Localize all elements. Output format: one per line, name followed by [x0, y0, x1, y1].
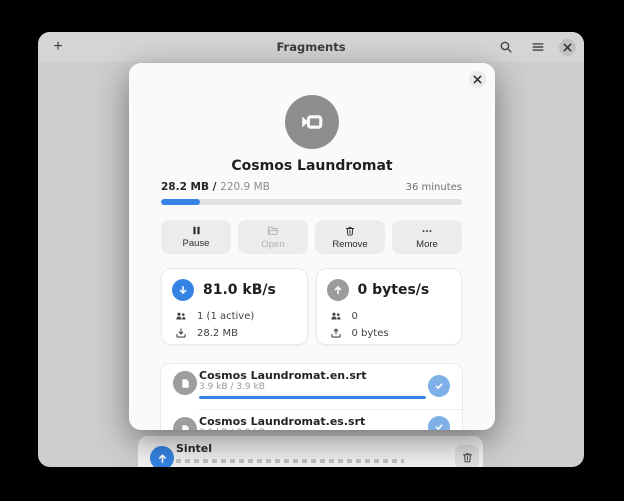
pause-icon: [191, 225, 202, 236]
search-icon: [499, 40, 513, 54]
file-icon: [179, 377, 192, 390]
search-button[interactable]: [495, 36, 517, 58]
download-progressbar: [161, 199, 462, 205]
file-row[interactable]: Cosmos Laundromat.en.srt 3.9 kB / 3.9 kB: [161, 364, 462, 409]
trash-icon: [461, 451, 474, 464]
check-icon: [433, 421, 445, 430]
file-row[interactable]: Cosmos Laundromat.es.srt 3.9 kB / 3.9 kB: [161, 410, 462, 430]
file-progressbar-fill: [199, 396, 426, 399]
progress-labels: 28.2 MB / 220.9 MB 36 minutes: [161, 181, 462, 194]
upload-direction-badge: [150, 446, 174, 467]
torrent-details-dialog: Cosmos Laundromat 28.2 MB / 220.9 MB 36 …: [129, 63, 495, 430]
video-camera-icon: [299, 109, 325, 135]
menu-icon: [531, 40, 545, 54]
file-size: 3.9 kB / 3.9 kB: [199, 428, 265, 430]
remove-label: Remove: [332, 239, 367, 250]
folder-open-icon: [267, 225, 279, 237]
downloaded-amount: 28.2 MB: [161, 181, 209, 193]
dialog-close-button[interactable]: [469, 71, 486, 88]
download-tray-icon: [175, 327, 187, 339]
peers-icon: [330, 310, 342, 322]
file-type-badge: [173, 371, 197, 395]
torrent-title: Cosmos Laundromat: [129, 158, 495, 174]
download-peers: 1 (1 active): [197, 311, 254, 322]
peers-icon: [175, 310, 187, 322]
titlebar-actions: [495, 32, 576, 62]
file-type-badge: [173, 417, 197, 430]
remove-torrent-button[interactable]: [455, 445, 479, 467]
arrow-down-icon: [177, 284, 189, 296]
torrent-name: Sintel: [176, 442, 212, 455]
upload-stats-card: 0 bytes/s 0: [316, 268, 463, 345]
file-progressbar: [199, 396, 426, 399]
window-close-icon: [563, 43, 572, 52]
upload-peers: 0: [352, 311, 358, 322]
file-size: 3.9 kB / 3.9 kB: [199, 382, 265, 392]
eta-label: 36 minutes: [406, 182, 462, 193]
check-icon: [433, 380, 445, 392]
arrow-up-icon: [156, 452, 169, 465]
titlebar: + Fragments: [38, 32, 584, 62]
close-icon: [473, 75, 482, 84]
file-icon: [179, 423, 192, 431]
window-close-button[interactable]: [559, 39, 576, 56]
action-buttons: Pause Open: [161, 220, 462, 254]
download-transferred: 28.2 MB: [197, 328, 238, 339]
trash-icon: [344, 225, 356, 237]
file-complete-toggle[interactable]: [428, 416, 450, 430]
total-size: 220.9 MB: [220, 181, 270, 193]
upload-speed: 0 bytes/s: [358, 282, 430, 298]
pause-label: Pause: [183, 238, 210, 249]
download-speed: 81.0 kB/s: [203, 282, 276, 298]
download-progressbar-fill: [161, 199, 200, 205]
main-menu-button[interactable]: [527, 36, 549, 58]
torrent-type-badge: [285, 95, 339, 149]
upload-badge: [327, 279, 349, 301]
remove-button[interactable]: Remove: [315, 220, 385, 254]
open-label: Open: [261, 239, 284, 250]
open-button[interactable]: Open: [238, 220, 308, 254]
file-complete-toggle[interactable]: [428, 375, 450, 397]
progress-separator: /: [209, 181, 220, 193]
upload-transferred: 0 bytes: [352, 328, 389, 339]
upload-tray-icon: [330, 327, 342, 339]
download-badge: [172, 279, 194, 301]
pause-button[interactable]: Pause: [161, 220, 231, 254]
more-button[interactable]: More: [392, 220, 462, 254]
download-stats-card: 81.0 kB/s 1 (1 active): [161, 268, 308, 345]
transfer-stats: 81.0 kB/s 1 (1 active): [161, 268, 462, 345]
file-name: Cosmos Laundromat.en.srt: [199, 369, 367, 382]
files-list: Cosmos Laundromat.en.srt 3.9 kB / 3.9 kB: [160, 363, 463, 430]
desktop-background: + Fragments: [0, 0, 624, 501]
ellipsis-icon: [421, 225, 433, 237]
arrow-up-icon: [332, 284, 344, 296]
torrent-status-clipped: [176, 459, 404, 463]
more-label: More: [416, 239, 438, 250]
torrent-row-sintel[interactable]: Sintel: [138, 436, 483, 467]
file-name: Cosmos Laundromat.es.srt: [199, 415, 365, 428]
